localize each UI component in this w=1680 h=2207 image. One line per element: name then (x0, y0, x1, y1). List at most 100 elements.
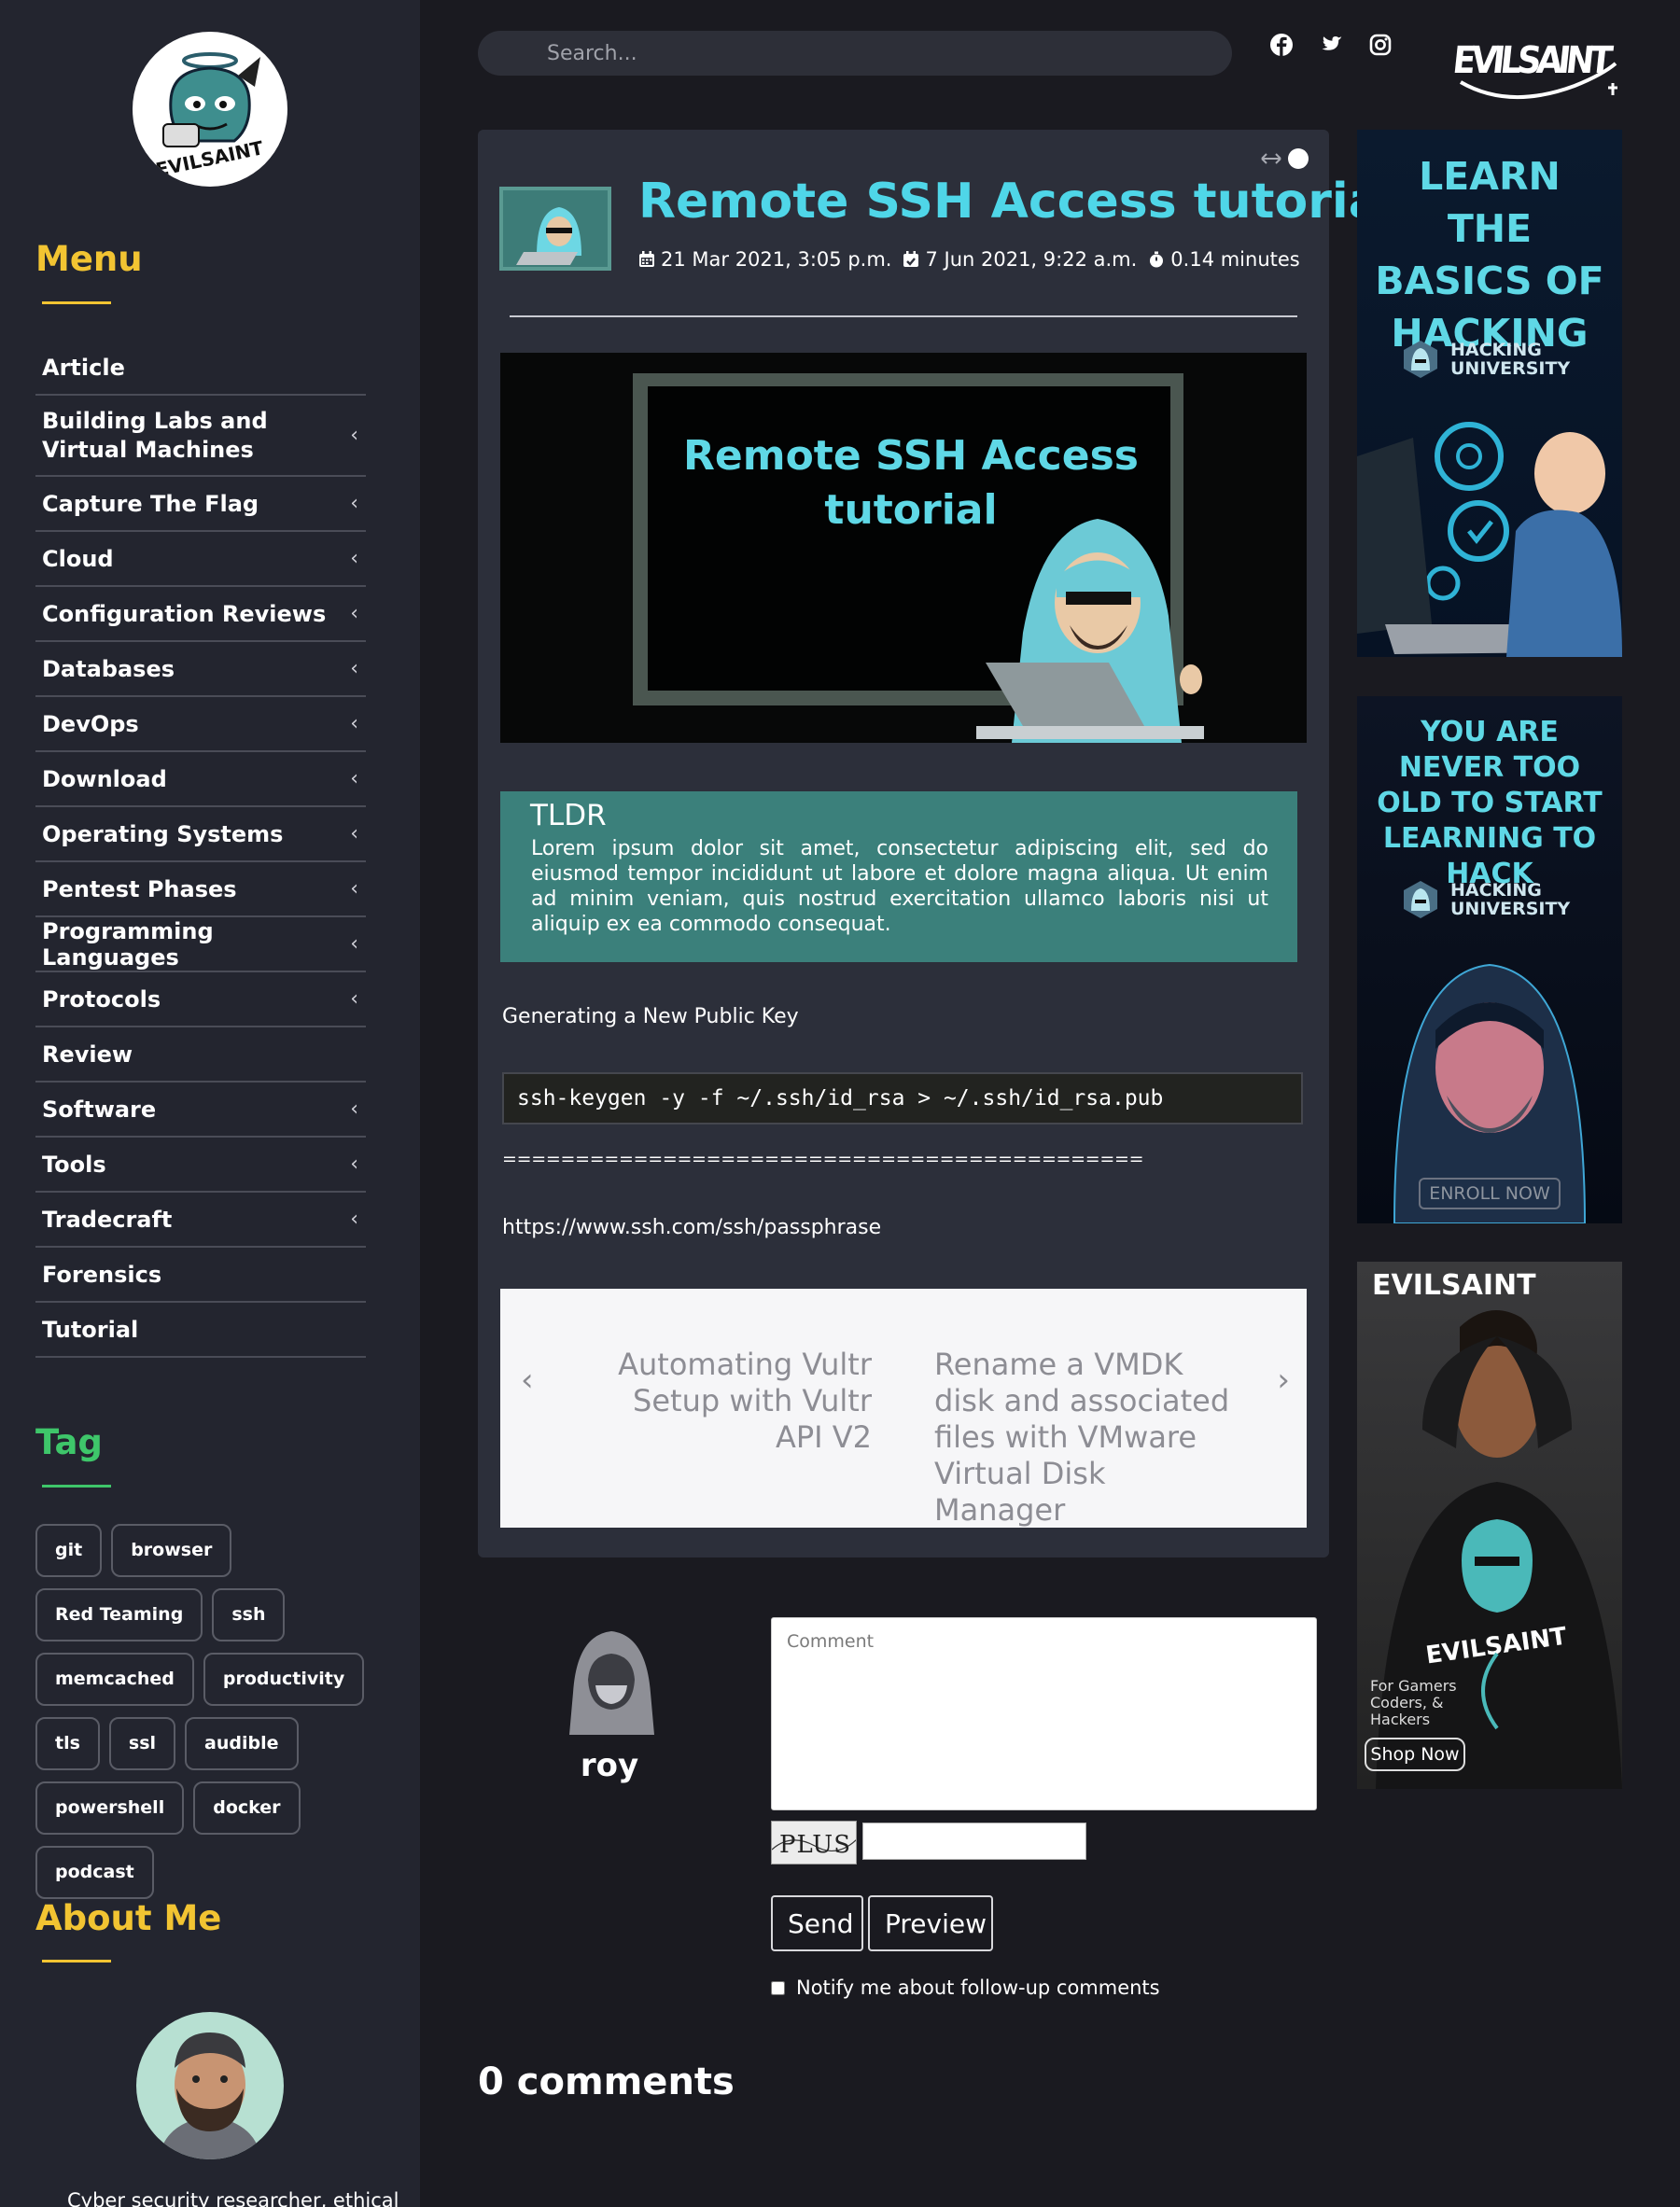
sidebar-menu-label: DevOps (42, 710, 139, 737)
tag-pill[interactable]: ssh (212, 1588, 286, 1641)
sidebar-menu-item[interactable]: Databases ‹ (35, 642, 366, 697)
sidebar-menu-item[interactable]: Capture The Flag ‹ (35, 477, 366, 532)
notify-checkbox[interactable] (771, 1980, 785, 1995)
brand-logo[interactable]: EVILSAINT (1450, 26, 1621, 101)
ad-learn-hacking[interactable]: LEARN THE BASICS OF HACKING HACKING UNIVE… (1357, 130, 1622, 657)
article-paragraph: Generating a New Public Key (502, 1005, 799, 1028)
sidebar-menu-item[interactable]: Protocols ‹ (35, 972, 366, 1027)
chevron-left-icon[interactable]: ‹ (350, 767, 358, 790)
sidebar-menu-label: Tools (42, 1151, 106, 1178)
sidebar-menu-item[interactable]: Tradecraft ‹ (35, 1193, 366, 1248)
tag-pill[interactable]: Red Teaming (35, 1588, 203, 1641)
chevron-left-icon[interactable]: ‹ (350, 712, 358, 735)
shop-now-button[interactable]: Shop Now (1365, 1738, 1465, 1771)
twitter-icon[interactable] (1317, 31, 1345, 59)
sidebar-menu-label: Pentest Phases (42, 875, 237, 902)
chevron-left-icon[interactable]: ‹ (350, 602, 358, 625)
article-title: Remote SSH Access tutorial (638, 174, 1398, 230)
article-meta: 21 Mar 2021, 3:05 p.m. 7 Jun 2021, 9:22 … (638, 248, 1300, 271)
chevron-left-icon[interactable]: ‹ (350, 1152, 358, 1176)
sidebar-menu-item[interactable]: Tutorial (35, 1303, 366, 1358)
code-block: ssh-keygen -y -f ~/.ssh/id_rsa > ~/.ssh/… (502, 1072, 1303, 1124)
tag-heading-underline (42, 1485, 111, 1488)
tag-pill[interactable]: browser (111, 1524, 232, 1577)
hero-image: Remote SSH Access tutorial (500, 353, 1307, 743)
about-heading-underline (42, 1960, 111, 1963)
tag-pill[interactable]: docker (193, 1781, 301, 1835)
comment-textarea[interactable] (771, 1617, 1317, 1810)
chevron-left-icon[interactable]: ‹ (350, 1097, 358, 1121)
sidebar-menu-item[interactable]: Article (35, 342, 366, 396)
next-post-link[interactable]: Rename a VMDK disk and associated files … (934, 1347, 1242, 1529)
search-input[interactable] (547, 31, 1200, 76)
tag-pill[interactable]: podcast (35, 1846, 154, 1899)
tldr-box: TLDR Lorem ipsum dolor sit amet, consect… (500, 791, 1297, 962)
tag-pill[interactable]: productivity (203, 1653, 365, 1706)
tldr-body: Lorem ipsum dolor sit amet, consectetur … (531, 837, 1268, 936)
search-bar (478, 31, 1232, 76)
tag-pill[interactable]: ssl (108, 1717, 176, 1770)
instagram-icon[interactable] (1366, 31, 1394, 59)
facebook-icon[interactable] (1267, 31, 1295, 59)
sidebar-menu-item[interactable]: Tools ‹ (35, 1138, 366, 1193)
chevron-left-icon[interactable]: ‹ (350, 1208, 358, 1231)
tag-pill[interactable]: git (35, 1524, 103, 1577)
created-date: 21 Mar 2021, 3:05 p.m. (638, 248, 891, 271)
ad-never-too-old[interactable]: YOU ARE NEVER TOO OLD TO START LEARNING … (1357, 696, 1622, 1223)
previous-post-link[interactable]: Automating Vultr Setup with Vultr API V2 (584, 1347, 872, 1456)
evilsaint-wordmark-icon: EVILSAINT (1450, 38, 1617, 99)
tag-heading: Tag (35, 1422, 103, 1462)
preview-button[interactable]: Preview (868, 1895, 993, 1951)
svg-text:EVILSAINT: EVILSAINT (1453, 38, 1615, 81)
sidebar-menu-item[interactable]: Configuration Reviews ‹ (35, 587, 366, 642)
captcha-noise-icon: PLUS (772, 1822, 856, 1864)
sidebar-menu-item[interactable]: Review (35, 1027, 366, 1083)
sidebar-menu-label: Capture The Flag (42, 490, 259, 517)
ad-evilsaint-merch[interactable]: EVILSAINT EVILSAINT For Gamers Coders, &… (1357, 1262, 1622, 1789)
chevron-left-icon[interactable]: ‹ (350, 822, 358, 845)
sidebar-menu-item[interactable]: DevOps ‹ (35, 697, 366, 752)
width-toggle-icon[interactable] (1260, 146, 1311, 172)
bearded-man-icon (159, 2032, 261, 2159)
stopwatch-icon (1150, 251, 1164, 268)
comment-username: roy (580, 1747, 639, 1784)
ad2-hu-line2: UNIVERSITY (1450, 899, 1571, 919)
site-logo[interactable]: EVILSAINT (133, 32, 287, 187)
send-button[interactable]: Send (771, 1895, 863, 1951)
sidebar-menu-item[interactable]: Programming Languages ‹ (35, 917, 366, 972)
tldr-title: TLDR (530, 799, 607, 832)
sidebar-menu: Article Building Labs and Virtual Machine… (35, 342, 366, 1358)
chevron-left-icon[interactable]: ‹ (521, 1362, 534, 1399)
chevron-left-icon[interactable]: ‹ (350, 421, 358, 450)
passphrase-link[interactable]: https://www.ssh.com/ssh/passphrase (502, 1216, 881, 1239)
sidebar-menu-item[interactable]: Cloud ‹ (35, 532, 366, 587)
updated-date: 7 Jun 2021, 9:22 a.m. (903, 248, 1137, 271)
chevron-left-icon[interactable]: ‹ (350, 547, 358, 570)
chevron-left-icon[interactable]: ‹ (350, 932, 358, 956)
sidebar-menu-label: Article (42, 355, 125, 381)
sidebar-menu-label: Protocols (42, 985, 161, 1013)
chevron-left-icon[interactable]: ‹ (350, 987, 358, 1011)
tag-pill[interactable]: powershell (35, 1781, 185, 1835)
enroll-now-button[interactable]: ENROLL NOW (1419, 1178, 1561, 1209)
notify-option: Notify me about follow-up comments (771, 1977, 1160, 1999)
ad1-hacking-university: HACKING UNIVERSITY (1400, 339, 1570, 380)
sidebar-menu-item[interactable]: Download ‹ (35, 752, 366, 807)
sidebar-menu-item[interactable]: Pentest Phases ‹ (35, 862, 366, 917)
tag-pill[interactable]: tls (35, 1717, 100, 1770)
ad2-hu-line1: HACKING (1450, 880, 1542, 901)
sidebar-menu-item[interactable]: Operating Systems ‹ (35, 807, 366, 862)
sidebar-menu-item[interactable]: Software ‹ (35, 1083, 366, 1138)
chevron-left-icon[interactable]: ‹ (350, 492, 358, 515)
tag-pill[interactable]: audible (185, 1717, 299, 1770)
tag-pill[interactable]: memcached (35, 1653, 194, 1706)
captcha-input[interactable] (862, 1823, 1086, 1860)
chevron-left-icon[interactable]: ‹ (350, 657, 358, 680)
ad3-tagline: For Gamers Coders, & Hackers (1370, 1677, 1457, 1728)
chevron-right-icon[interactable]: › (1277, 1362, 1290, 1399)
text-divider: ========================================… (502, 1149, 1144, 1169)
sidebar-menu-item[interactable]: Building Labs and Virtual Machines ‹ (35, 396, 366, 477)
chevron-left-icon[interactable]: ‹ (350, 877, 358, 901)
menu-heading-underline (42, 301, 111, 304)
sidebar-menu-item[interactable]: Forensics (35, 1248, 366, 1303)
